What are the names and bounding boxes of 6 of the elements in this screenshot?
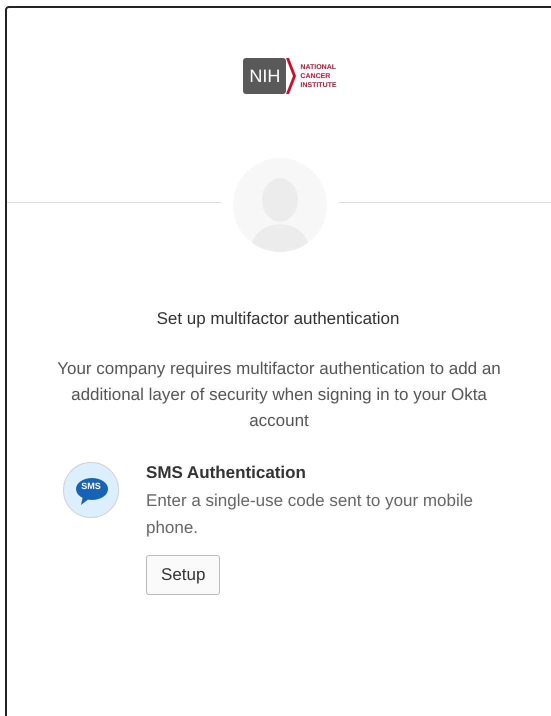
sms-icon: SMS — [63, 462, 119, 518]
setup-button[interactable]: Setup — [146, 554, 220, 594]
description: Your company requires multifactor authentication to add an additional layer of security when signing in to your Okta account — [56, 358, 502, 432]
factor-name: SMS Authentication — [146, 462, 307, 484]
factor-description: Enter a single-use code sent to your mobile phone. — [146, 490, 474, 538]
page-title: Set up multifactor authentication — [156, 308, 400, 330]
